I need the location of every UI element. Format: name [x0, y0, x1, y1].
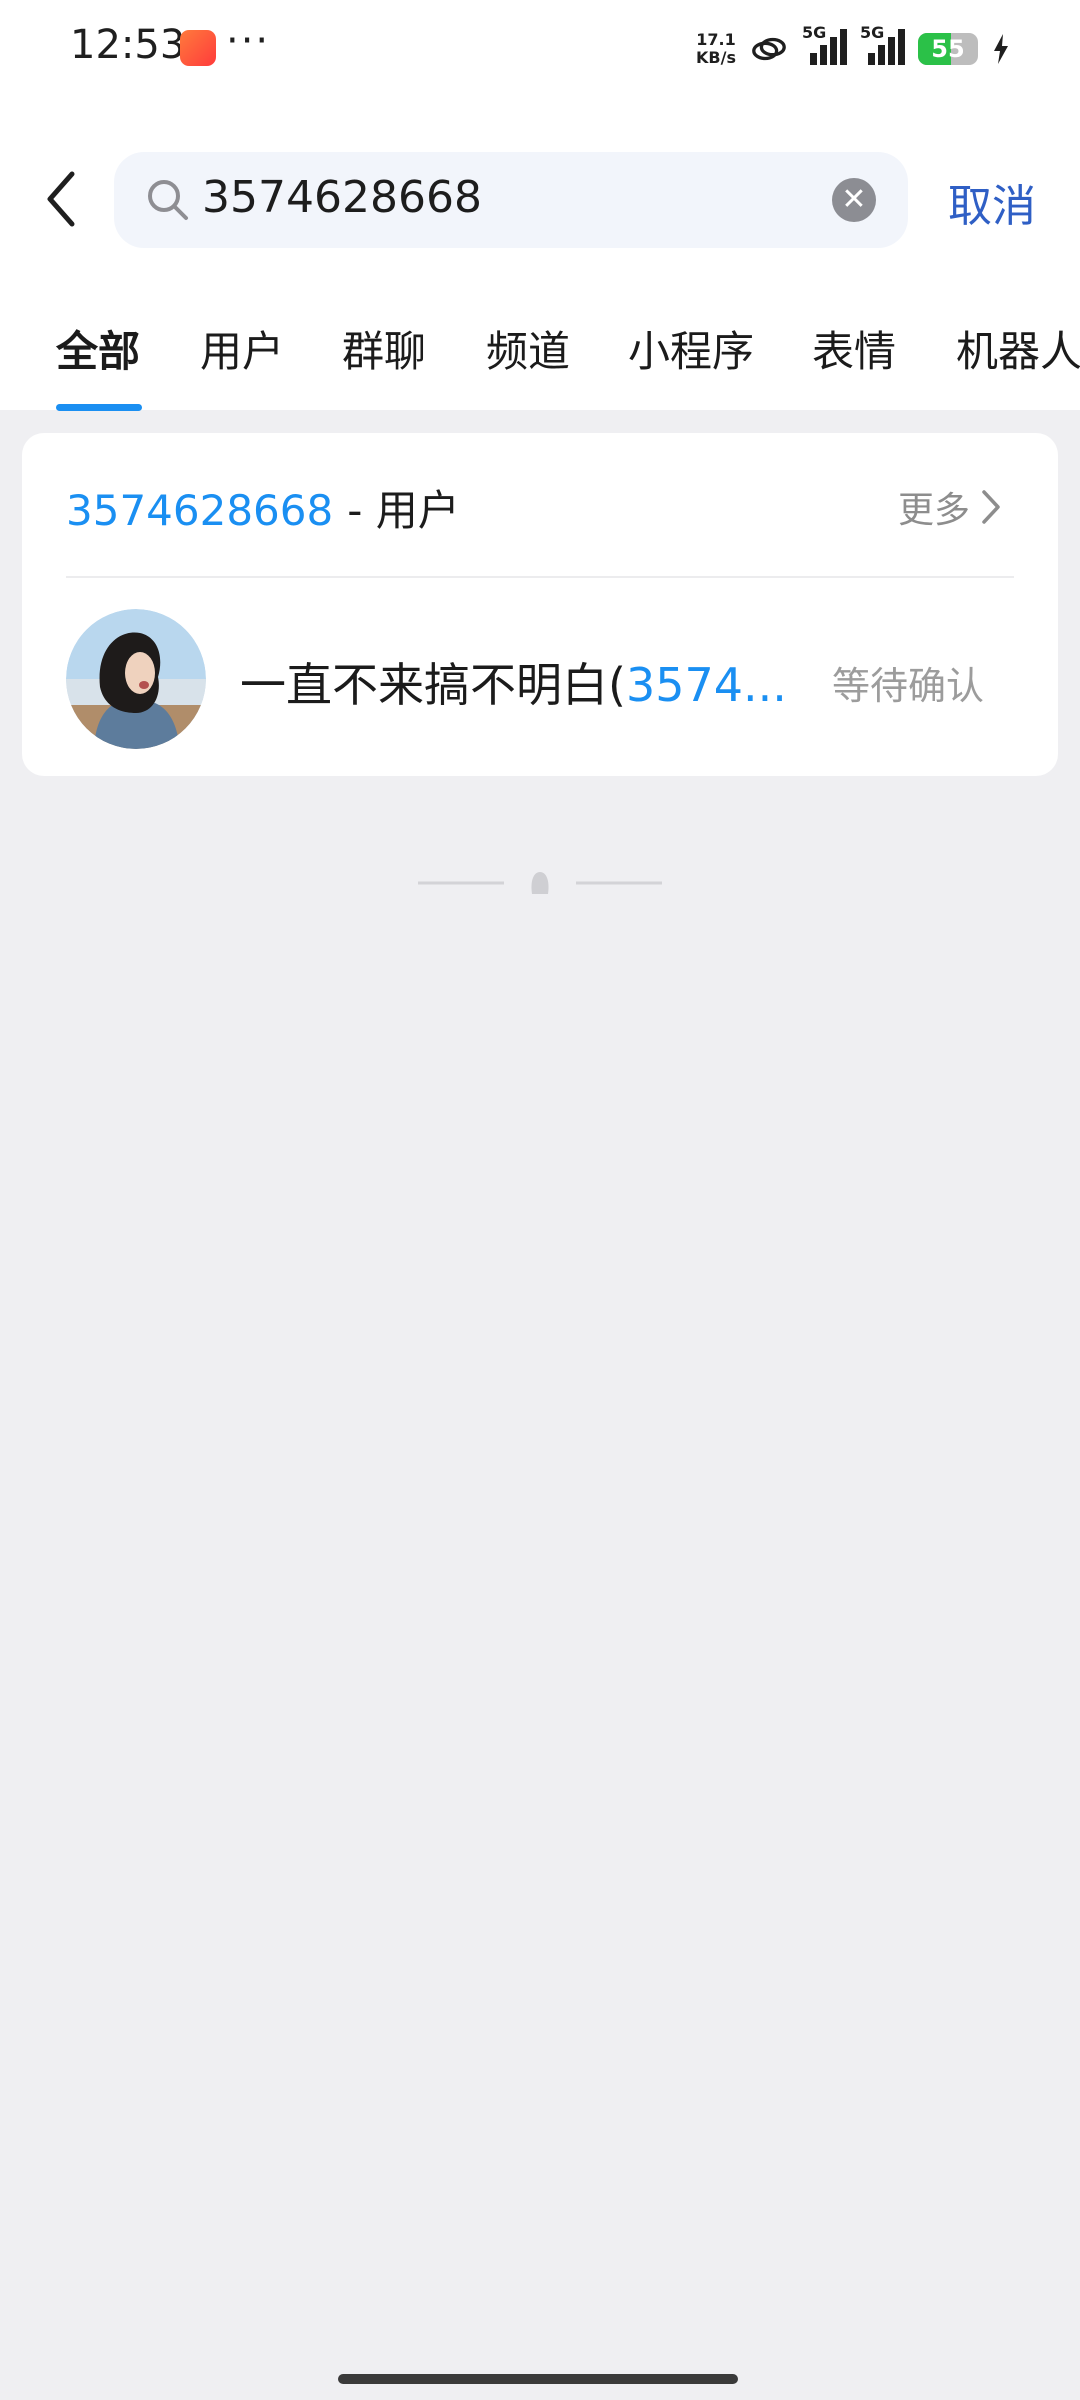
- app-notification-icon: [180, 30, 216, 66]
- end-of-list-mascot-icon: [418, 872, 662, 894]
- back-arrow-icon[interactable]: [38, 168, 88, 230]
- more-notifications-icon: ···: [226, 18, 271, 64]
- signal-icon: 5G: [860, 23, 905, 69]
- section-title: 3574628668 - 用户: [66, 477, 460, 538]
- signal-icon: 5G: [802, 23, 847, 69]
- chevron-right-icon: [982, 490, 1000, 524]
- sim1-label: 5G: [802, 23, 827, 42]
- network-speed-value: 17.1: [696, 30, 736, 49]
- avatar[interactable]: [66, 609, 206, 749]
- search-box[interactable]: 3574628668 ✕: [114, 152, 908, 248]
- status-bar: 12:53 ··· 17.1 KB/s 5G 5G 55: [0, 0, 1080, 100]
- search-input[interactable]: 3574628668: [202, 172, 482, 223]
- link-icon: [752, 37, 786, 61]
- tab-bots[interactable]: 机器人: [956, 318, 1080, 379]
- result-tabs: 全部 用户 群聊 频道 小程序 表情 机器人: [0, 310, 1080, 411]
- tab-all[interactable]: 全部: [56, 318, 140, 379]
- charging-bolt-icon: [994, 34, 1008, 64]
- status-time: 12:53: [70, 22, 186, 68]
- tab-stickers[interactable]: 表情: [812, 318, 896, 379]
- user-name-query-highlight: 3574...: [625, 658, 787, 712]
- status-indicators: 17.1 KB/s 5G 5G 55: [696, 23, 1010, 74]
- battery-level: 55: [931, 35, 965, 63]
- search-icon: [148, 180, 188, 220]
- active-tab-indicator: [56, 404, 142, 411]
- network-speed: 17.1 KB/s: [696, 31, 736, 67]
- tab-channels[interactable]: 频道: [486, 318, 570, 379]
- section-query-highlight: 3574628668: [66, 486, 334, 535]
- tab-users[interactable]: 用户: [200, 318, 284, 379]
- pending-status-label: 等待确认: [831, 664, 984, 708]
- clear-icon[interactable]: ✕: [832, 178, 876, 222]
- user-results-card: 3574628668 - 用户 更多 一直不来搞不明白(3574... 等待确认: [22, 433, 1058, 776]
- network-speed-unit: KB/s: [696, 48, 736, 67]
- user-name-text: 一直不来搞不明白(: [240, 658, 626, 712]
- more-label: 更多: [897, 490, 970, 531]
- home-indicator[interactable]: [338, 2374, 738, 2384]
- battery-icon: 55: [918, 33, 978, 65]
- cancel-button[interactable]: 取消: [948, 170, 1036, 234]
- result-user-name[interactable]: 一直不来搞不明白(3574...: [240, 649, 787, 715]
- section-title-suffix: - 用户: [347, 486, 460, 535]
- more-button[interactable]: 更多: [898, 481, 1002, 533]
- search-header: 3574628668 ✕ 取消 全部 用户 群聊 频道 小程序 表情 机器人: [0, 100, 1080, 411]
- divider: [66, 576, 1014, 578]
- tab-group-chats[interactable]: 群聊: [342, 318, 426, 379]
- tab-mini-programs[interactable]: 小程序: [628, 318, 754, 379]
- sim2-label: 5G: [860, 23, 885, 42]
